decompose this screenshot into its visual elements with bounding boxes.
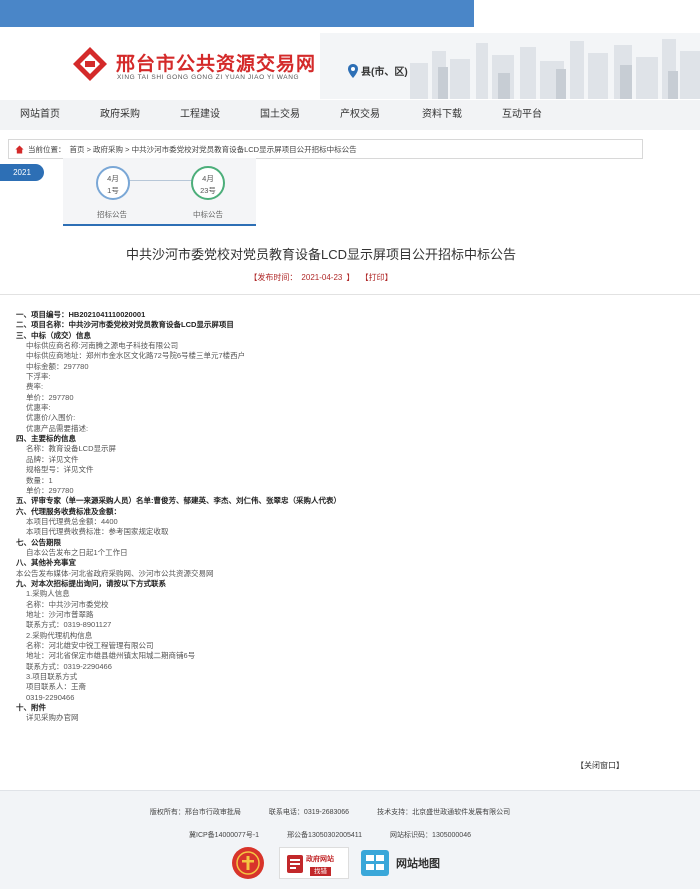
section-heading: 一、项目编号：HB2021041110020001 [16,310,146,319]
timeline-label-award[interactable]: 中标公告 [193,209,223,220]
article-line: 中标金额：297780 [26,361,89,371]
article-line: 地址：河北省保定市雄县雄州镇太阳城二期商铺6号 [26,651,196,661]
article-line: 优惠产品需要描述: [26,423,89,433]
article-line: 本项目代理费收费标准：参考国家规定收取 [26,527,169,537]
article-line: 名称：中共沙河市委党校 [26,599,109,609]
section-heading: 六、代理服务收费标准及金额： [16,506,121,516]
article-line: 本项目代理费总金额：4400 [26,516,118,526]
article-line: 3.项目联系方式 [26,672,78,682]
section-heading: 十、附件 [16,703,46,713]
timeline-node-tender[interactable]: 4月 1号 [96,166,130,200]
sitemap-badge[interactable]: 网站地图 [358,847,468,879]
timeline-node-day: 23号 [200,186,216,195]
article-line: 名称：河北雄安中锐工程管理有限公司 [26,641,154,650]
section-heading: 二、项目名称：中共沙河市委党校对党员教育设备LCD显示屏项目 [16,320,234,330]
article-line: 自本公告发布之日起1个工作日 [26,547,128,557]
notice-timeline: 4月 1号 4月 23号 招标公告 中标公告 [63,158,256,226]
nav-land-trading[interactable]: 国土交易 [248,100,312,130]
sitemap-label: 网站地图 [396,858,440,870]
print-link[interactable]: 【打印】 [361,273,393,282]
article-line: 数量：1 [26,475,53,485]
footer-line-1: 版权所有：邢台市行政审批局 联系电话：0319-2683066 技术支持：北京盛… [0,807,660,817]
footer-sponsor: 版权所有：邢台市行政审批局 [149,809,241,816]
footer-police[interactable]: 邢公备13050302005411 [287,830,362,840]
nav-property-trading[interactable]: 产权交易 [328,100,392,130]
article-line: 费率: [26,382,44,392]
timeline-node-day: 1号 [107,186,119,195]
article-line: 品牌：详见文件 [26,454,79,464]
article-line: 规格型号：详见文件 [26,465,94,475]
article-line: 下浮率: [26,372,51,382]
site-title: 邢台市公共资源交易网 [116,53,317,75]
article-line: 优惠价/入围价: [26,413,76,423]
party-gov-badge-icon[interactable] [232,847,264,879]
article-line: 中标供应商名称:河南腾之源电子科技有限公司 [26,341,179,351]
error-finder-icon [287,855,303,873]
breadcrumb-path[interactable]: 首页 > 政府采购 > 中共沙河市委党校对党员教育设备LCD显示屏项目公开招标中… [70,144,357,155]
nav-interaction[interactable]: 互动平台 [490,100,554,130]
timeline-label-tender[interactable]: 招标公告 [97,209,127,220]
gov-site-error-badge[interactable]: 政府网站 找错 [279,847,349,879]
footer-phone: 联系电话：0319-2683066 [268,809,350,816]
article-line: 单价：297780 [26,392,74,402]
section-heading: 九、对本次招标提出询问，请按以下方式联系 [16,578,166,588]
article-line: 1.采购人信息 [26,589,70,599]
article-line: 详见采购办官网 [26,713,79,723]
article-line: 优惠率: [26,403,51,413]
site-header: 邢台市公共资源交易网 XING TAI SHI GONG GONG ZI YUA… [0,27,700,100]
sitemap-icon [361,850,389,876]
timeline-node-month: 4月 [202,174,214,183]
location-pin-icon [348,63,358,78]
site-footer: 版权所有：邢台市行政审批局 联系电话：0319-2683066 技术支持：北京盛… [0,790,700,889]
publish-label: 【发布时间： [249,273,298,282]
article-meta: 【发布时间： 2021-04-23】 【打印】 [0,272,642,283]
article-line: 0319-2290466 [26,692,75,702]
gov-badge-title: 政府网站 [306,856,334,863]
nav-construction[interactable]: 工程建设 [168,100,232,130]
close-window-link[interactable]: 【关闭窗口】 [576,760,624,771]
home-icon [15,144,24,154]
year-tab[interactable]: 2021 [0,164,44,181]
article-line: 项目联系人：王斋 [26,682,86,692]
publish-date: 2021-04-23 [301,273,343,282]
gov-badge-sub: 找错 [310,867,331,876]
section-heading: 五、评审专家（单一来源采购人员）名单:曹俊芳、郁建英、李杰、刘仁伟、张翠忠（采购… [16,496,341,506]
nav-downloads[interactable]: 资料下载 [410,100,474,130]
title-divider [0,294,700,295]
footer-line-2: 冀ICP备14000077号-1 邢公备13050302005411 网站标识码… [0,830,660,840]
article-line: 单价：297780 [26,485,74,495]
article-body: 一、项目编号：HB2021041110020001 二、项目名称：中共沙河市委党校… [16,310,636,724]
nav-home[interactable]: 网站首页 [8,100,72,130]
article-title: 中共沙河市委党校对党员教育设备LCD显示屏项目公开招标中标公告 [125,247,516,262]
article-line: 中标供应商地址：郑州市金水区文化路72号院6号楼三单元7楼西户 [26,351,246,361]
section-heading: 三、中标（成交）信息 [16,330,91,340]
main-nav: 网站首页 政府采购 工程建设 国土交易 产权交易 资料下载 互动平台 [0,100,700,130]
footer-icp[interactable]: 冀ICP备14000077号-1 [189,830,259,840]
article-line: 名称：教育设备LCD显示屏 [26,444,117,454]
breadcrumb: 当前位置： 首页 > 政府采购 > 中共沙河市委党校对党员教育设备LCD显示屏项… [8,139,643,159]
article-line: 2.采购代理机构信息 [26,630,93,640]
nav-gov-procurement[interactable]: 政府采购 [88,100,152,130]
footer-site-code: 网站标识码：1305000046 [390,832,471,839]
article-line: 地址：沙河市普翠路 [26,609,94,619]
footer-support: 技术支持：北京盛世政通软件发展有限公司 [377,809,511,816]
article-line: 联系方式：0319-8901127 [26,620,112,630]
section-heading: 四、主要标的信息 [16,434,76,444]
section-heading: 八、其他补充事宜 [16,558,76,568]
breadcrumb-prefix: 当前位置： [28,144,66,154]
timeline-node-month: 4月 [107,174,119,183]
article-line: 本公告发布媒体-河北省政府采购网、沙河市公共资源交易网 [16,568,214,578]
region-label: 县(市、区) [361,67,408,78]
region-selector[interactable]: 县(市、区) [348,63,408,78]
article-line: 联系方式：0319-2290466 [26,661,112,671]
top-bar [0,0,474,27]
site-pinyin: XING TAI SHI GONG GONG ZI YUAN JIAO YI W… [117,74,300,81]
section-heading: 七、公告期限 [16,537,61,547]
timeline-node-award[interactable]: 4月 23号 [191,166,225,200]
site-logo-icon [73,47,107,81]
publish-close: 】 [346,273,355,282]
